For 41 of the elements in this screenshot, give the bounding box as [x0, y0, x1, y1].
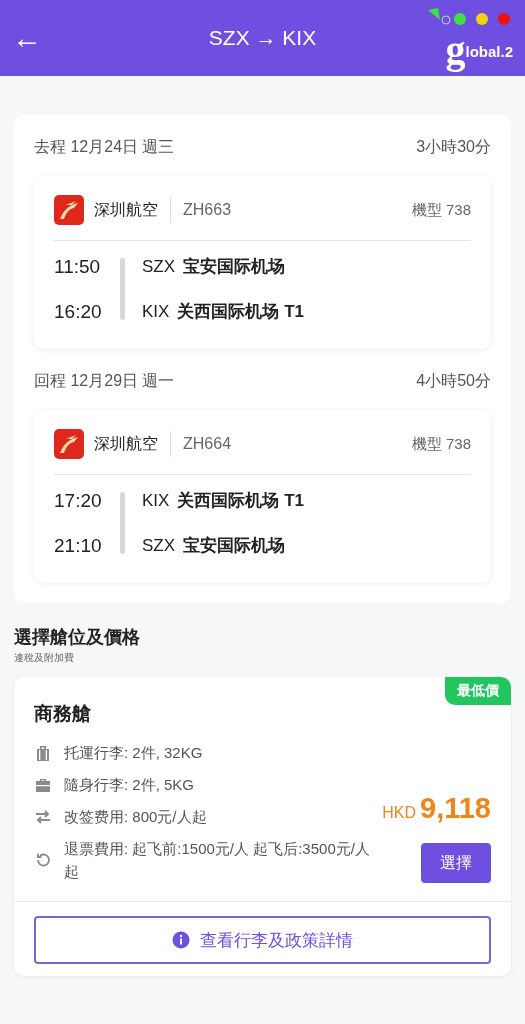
flight-time: 17:20	[54, 489, 103, 512]
policy-text: 托運行李: 2件, 32KG	[64, 743, 203, 763]
flight-time: 11:50	[54, 255, 102, 278]
airline-logo-icon	[54, 429, 84, 459]
airline-logo-icon	[54, 195, 84, 225]
airline-name: 深圳航空	[94, 197, 171, 223]
logo-text: lobal.2	[465, 43, 513, 60]
policy-text: 改签费用: 800元/人起	[64, 807, 207, 827]
info-icon	[172, 931, 190, 949]
fare-price: HKD 9,118	[382, 792, 491, 825]
flight-time: 16:20	[54, 300, 103, 323]
airport-name: SZX 宝安国际机场	[142, 535, 287, 557]
leg-date: 回程 12月29日 週一	[34, 371, 175, 391]
leg-duration: 4小時50分	[416, 371, 491, 391]
swap-arrows-icon	[34, 807, 52, 826]
policy-text: 隨身行李: 2件, 5KG	[64, 775, 195, 795]
back-arrow-icon[interactable]: ←	[12, 23, 52, 53]
aircraft-type: 機型 738	[411, 434, 471, 454]
route-line	[120, 258, 125, 320]
undo-icon	[34, 851, 52, 869]
leg-date: 去程 12月24日 週三	[34, 137, 175, 157]
lowest-price-badge: 最低價	[445, 677, 511, 705]
policy-text: 退票費用: 起飞前:1500元/人 起飞后:3500元/人起	[64, 839, 371, 882]
leg-duration: 3小時30分	[416, 137, 491, 157]
flight-number: ZH663	[183, 201, 233, 219]
aircraft-type: 機型 738	[411, 200, 471, 220]
airport-name: SZX 宝安国际机场	[142, 256, 287, 278]
logo-letter: g	[445, 30, 466, 70]
section-title: 選擇艙位及價格	[14, 626, 141, 649]
select-button[interactable]: 選擇	[421, 843, 491, 883]
airport-name: KIX 关西国际机场 T1	[142, 301, 305, 323]
flight-time: 21:10	[54, 534, 103, 557]
section-subtitle: 連稅及附加費	[14, 651, 75, 665]
route-line	[120, 492, 125, 554]
airport-name: KIX 关西国际机场 T1	[142, 490, 305, 512]
suitcase-icon	[34, 743, 52, 762]
airline-name: 深圳航空	[94, 431, 171, 457]
cabin-class: 商務艙	[34, 702, 92, 726]
flight-number: ZH664	[183, 435, 233, 453]
page-title: SZX → KIX	[208, 26, 317, 50]
details-button[interactable]: 查看行李及政策詳情	[34, 916, 491, 964]
